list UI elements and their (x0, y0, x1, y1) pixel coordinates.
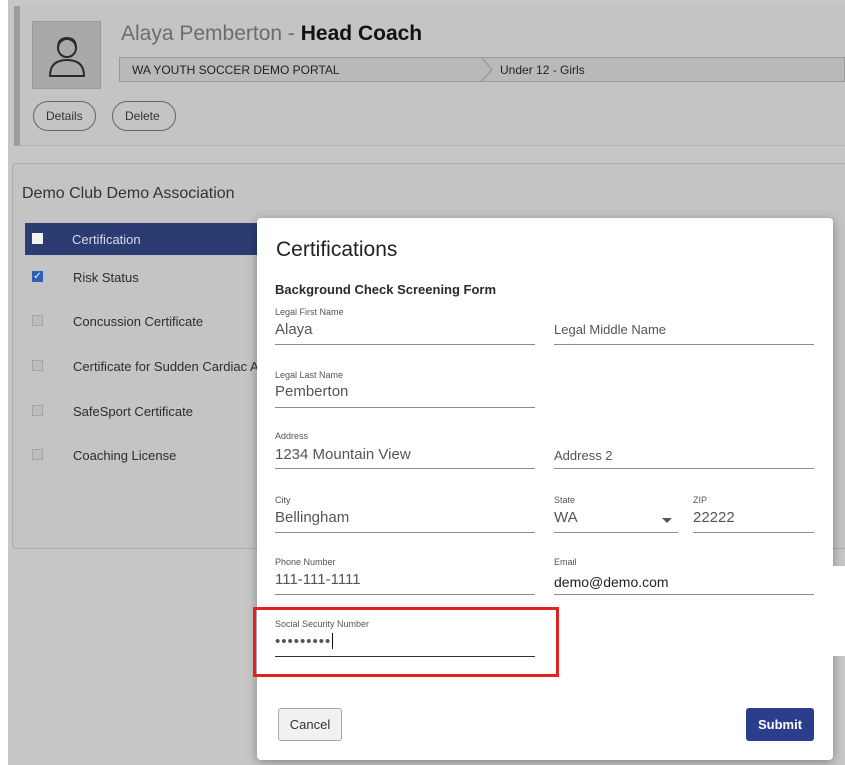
email-label: Email (554, 557, 577, 567)
middle-name-placeholder: Legal Middle Name (554, 322, 667, 337)
user-avatar-icon (32, 21, 101, 89)
state-label: State (554, 495, 576, 505)
page-title: Alaya Pemberton - Head Coach (121, 22, 422, 46)
email-field[interactable]: Email demo@demo.com (554, 557, 814, 595)
modal-edge (833, 566, 845, 656)
delete-button[interactable]: Delete (112, 101, 176, 131)
first-name-value: Alaya (275, 321, 313, 338)
ssn-highlight-box (253, 607, 559, 677)
address-field[interactable]: Address 1234 Mountain View (275, 431, 535, 469)
concussion-checkbox[interactable] (32, 315, 43, 326)
certifications-modal: Certifications Background Check Screenin… (257, 218, 833, 760)
last-name-value: Pemberton (275, 383, 349, 400)
certification-column-header: Certification (72, 232, 141, 247)
coach-name: Alaya Pemberton (121, 22, 283, 45)
club-title: Demo Club Demo Association (22, 185, 235, 202)
certification-item: SafeSport Certificate (73, 404, 193, 419)
address2-placeholder: Address 2 (554, 448, 613, 463)
last-name-field[interactable]: Legal Last Name Pemberton (275, 370, 535, 408)
certification-item: Certificate for Sudden Cardiac Arrest (73, 359, 285, 374)
email-value: demo@demo.com (554, 574, 669, 590)
first-name-label: Legal First Name (275, 307, 344, 317)
zip-label: ZIP (693, 495, 708, 505)
first-name-field[interactable]: Legal First Name Alaya (275, 307, 535, 345)
form-subtitle: Background Check Screening Form (275, 282, 497, 297)
last-name-label: Legal Last Name (275, 370, 344, 380)
breadcrumb-item-portal[interactable]: WA YOUTH SOCCER DEMO PORTAL (132, 63, 340, 77)
breadcrumb: WA YOUTH SOCCER DEMO PORTAL Under 12 - G… (119, 57, 845, 82)
state-select[interactable]: State WA (554, 495, 678, 533)
address-label: Address (275, 431, 309, 441)
phone-label: Phone Number (275, 557, 336, 567)
select-all-checkbox[interactable] (32, 233, 43, 244)
safesport-checkbox[interactable] (32, 405, 43, 416)
city-value: Bellingham (275, 509, 350, 526)
address2-field[interactable]: Address 2 (554, 431, 814, 469)
phone-field[interactable]: Phone Number 111-111-1111 (275, 557, 535, 595)
middle-name-field[interactable]: Legal Middle Name (554, 307, 814, 345)
state-value: WA (554, 509, 578, 526)
modal-title: Certifications (276, 238, 398, 261)
title-separator: - (282, 22, 301, 45)
breadcrumb-separator-icon (480, 57, 493, 82)
chevron-down-icon[interactable] (662, 518, 672, 523)
city-field[interactable]: City Bellingham (275, 495, 535, 533)
address-value: 1234 Mountain View (275, 446, 411, 463)
risk-status-checkbox[interactable]: ✓ (32, 271, 43, 282)
certification-item: Concussion Certificate (73, 314, 204, 329)
submit-button[interactable]: Submit (746, 708, 814, 741)
cancel-button[interactable]: Cancel (278, 708, 342, 741)
cardiac-checkbox[interactable] (32, 360, 43, 371)
zip-value: 22222 (693, 509, 735, 526)
details-button[interactable]: Details (33, 101, 96, 131)
coaching-license-checkbox[interactable] (32, 449, 43, 460)
breadcrumb-item-team[interactable]: Under 12 - Girls (500, 63, 585, 77)
certification-item: Risk Status (73, 270, 139, 285)
zip-field[interactable]: ZIP 22222 (693, 495, 814, 533)
city-label: City (275, 495, 291, 505)
certification-item: Coaching License (73, 448, 177, 463)
certification-table-header: Certification (25, 223, 285, 255)
coach-role: Head Coach (300, 22, 423, 45)
phone-value: 111-111-1111 (275, 571, 361, 588)
